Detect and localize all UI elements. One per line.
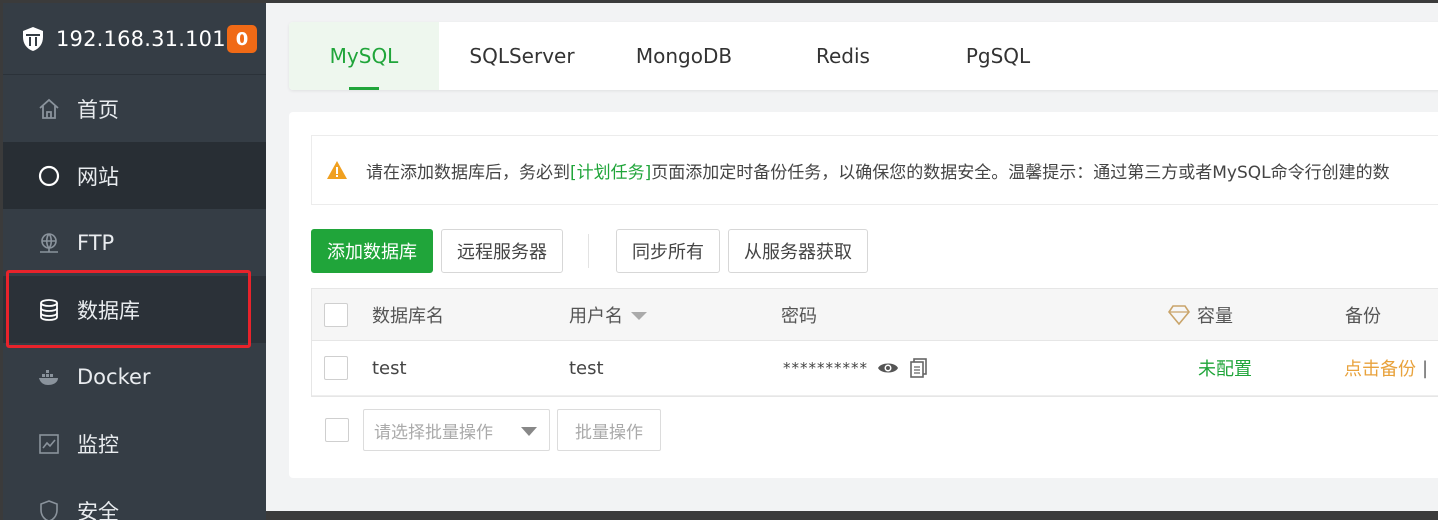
col-db-name[interactable]: 数据库名 — [372, 289, 444, 340]
batch-select-placeholder: 请选择批量操作 — [374, 422, 493, 443]
notice-text-suffix: 页面添加定时备份任务，以确保您的数据安全。温馨提示：通过第三方或者MySQL命令… — [651, 162, 1390, 183]
sidebar-item-label: Docker — [77, 364, 151, 389]
sidebar-item-home[interactable]: 首页 — [3, 75, 266, 142]
col-capacity-label: 容量 — [1197, 305, 1233, 327]
password-cell: ********** — [783, 359, 868, 377]
security-icon — [37, 499, 61, 520]
sidebar-item-label: 安全 — [77, 499, 119, 520]
username-cell: test — [569, 357, 604, 379]
dropdown-arrow-icon — [521, 427, 537, 436]
sidebar: 192.168.31.101 0 首页 网站 FTP 数据库 Docker 监控… — [3, 3, 266, 520]
copy-password-button[interactable] — [910, 341, 928, 395]
database-table: 数据库名 用户名 密码 容量 备份 test test ********** 未… — [311, 288, 1438, 397]
col-password: 密码 — [781, 305, 817, 327]
sidebar-item-label: 网站 — [77, 164, 119, 189]
select-all-checkbox[interactable] — [324, 302, 348, 327]
table-header: 数据库名 用户名 密码 容量 备份 — [312, 289, 1438, 341]
batch-operation-select[interactable]: 请选择批量操作 — [363, 409, 550, 451]
notice-text-prefix: 请在添加数据库后，务必到 — [366, 162, 570, 183]
globe-icon — [37, 164, 61, 188]
fetch-from-server-button[interactable]: 从服务器获取 — [728, 229, 868, 273]
sidebar-item-website[interactable]: 网站 — [3, 142, 266, 209]
tab-mysql[interactable]: MySQL — [289, 22, 439, 90]
docker-icon — [37, 365, 61, 389]
sidebar-item-database[interactable]: 数据库 — [3, 276, 266, 343]
backup-notice: 请在添加数据库后，务必到 [计划任务] 页面添加定时备份任务，以确保您的数据安全。温… — [311, 135, 1438, 205]
sync-all-button[interactable]: 同步所有 — [616, 229, 720, 273]
tab-pgsql[interactable]: PgSQL — [923, 22, 1073, 90]
sidebar-item-monitor[interactable]: 监控 — [3, 410, 266, 477]
click-backup-link[interactable]: 点击备份 — [1344, 341, 1416, 395]
copy-icon — [910, 358, 927, 378]
db-type-tabs: MySQL SQLServer MongoDB Redis PgSQL — [289, 22, 1438, 90]
server-ip[interactable]: 192.168.31.101 — [56, 27, 226, 51]
notification-badge[interactable]: 0 — [227, 25, 257, 53]
col-username[interactable]: 用户名 — [569, 289, 647, 340]
db-name-cell: test — [372, 357, 407, 379]
database-panel: 请在添加数据库后，务必到 [计划任务] 页面添加定时备份任务，以确保您的数据安全。温… — [289, 112, 1438, 478]
sidebar-item-ftp[interactable]: FTP — [3, 209, 266, 276]
warning-icon — [327, 161, 347, 179]
batch-operation-button[interactable]: 批量操作 — [557, 409, 661, 451]
add-database-button[interactable]: 添加数据库 — [311, 229, 433, 273]
tab-mongodb[interactable]: MongoDB — [605, 22, 763, 90]
tab-redis[interactable]: Redis — [763, 22, 923, 90]
show-password-button[interactable] — [877, 341, 899, 395]
batch-select-checkbox[interactable] — [325, 418, 349, 442]
diamond-vip-icon — [1168, 304, 1190, 325]
shield-logo-icon — [23, 26, 43, 51]
table-row: test test ********** 未配置 点击备份 | — [312, 341, 1438, 396]
batch-checkbox-wrap — [325, 409, 349, 442]
toolbar-divider — [588, 234, 589, 268]
database-icon — [37, 298, 61, 322]
col-username-label: 用户名 — [569, 305, 623, 327]
sort-desc-icon[interactable] — [631, 311, 647, 320]
cron-task-link[interactable]: [计划任务] — [570, 158, 651, 183]
monitor-icon — [37, 432, 61, 456]
col-backup: 备份 — [1345, 305, 1381, 327]
home-icon — [37, 97, 61, 121]
row-checkbox[interactable] — [324, 356, 348, 380]
tab-sqlserver[interactable]: SQLServer — [439, 22, 605, 90]
sidebar-item-label: 首页 — [77, 97, 119, 122]
action-separator: | — [1422, 357, 1429, 379]
capacity-unconfigured-link[interactable]: 未配置 — [1198, 341, 1252, 395]
ftp-icon — [37, 231, 61, 255]
sidebar-item-label: 监控 — [77, 432, 119, 457]
sidebar-item-docker[interactable]: Docker — [3, 343, 266, 410]
eye-icon — [878, 363, 898, 373]
sidebar-item-security[interactable]: 安全 — [3, 477, 266, 520]
col-capacity: 容量 — [1167, 289, 1233, 340]
main-content: MySQL SQLServer MongoDB Redis PgSQL 请在添加… — [266, 3, 1438, 511]
sidebar-item-label: FTP — [77, 230, 115, 255]
remote-server-button[interactable]: 远程服务器 — [441, 229, 563, 273]
sidebar-item-label: 数据库 — [77, 298, 140, 323]
